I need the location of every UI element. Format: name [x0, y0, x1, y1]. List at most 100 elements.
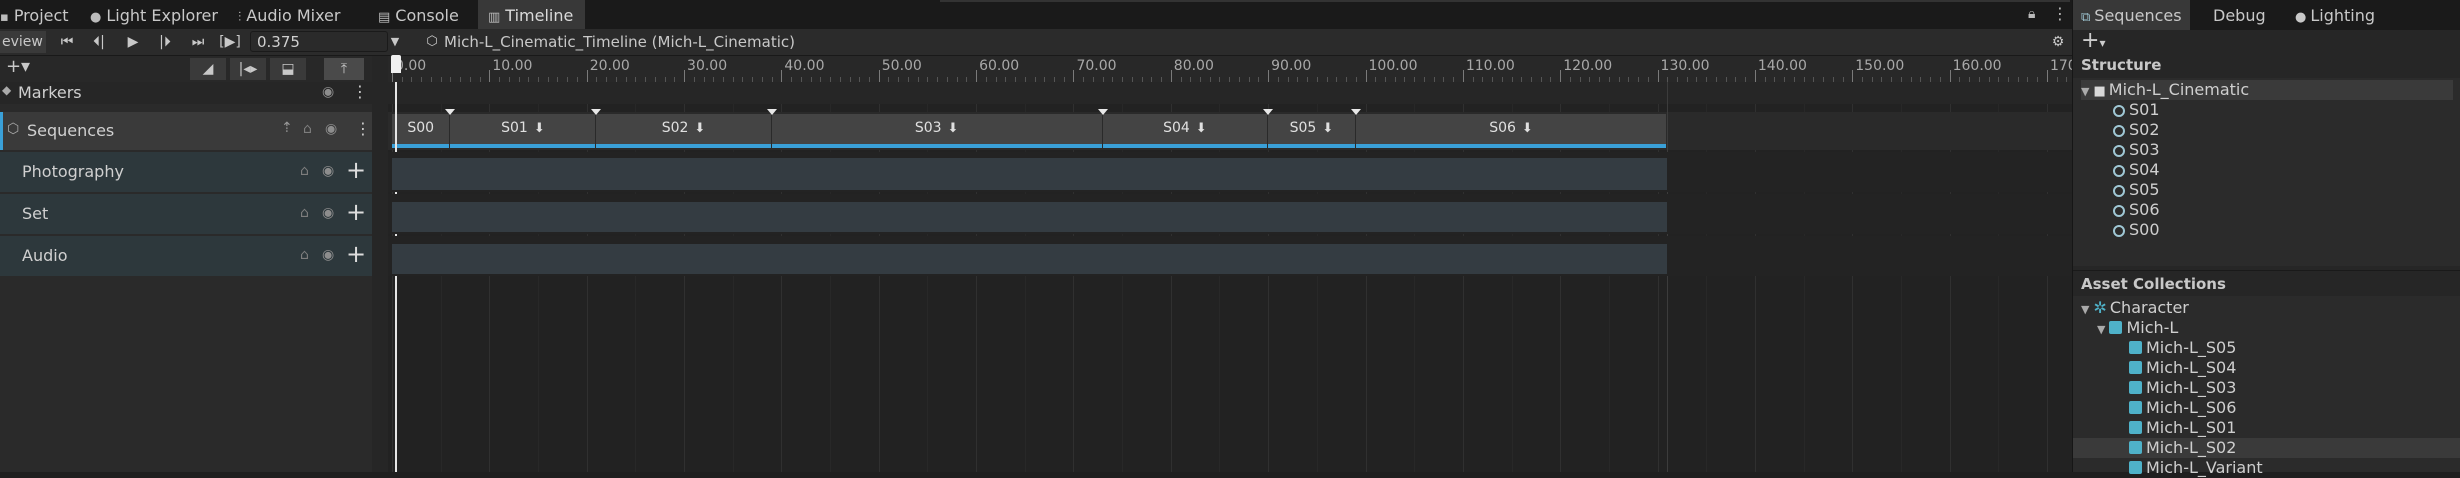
next-frame-icon[interactable]: |⏵: [154, 31, 176, 53]
prefab-cube-icon: [2129, 341, 2142, 354]
tab-timeline[interactable]: ▥ Timeline: [478, 0, 586, 29]
prefab-cube-icon: [2129, 401, 2142, 414]
lock-track-icon[interactable]: ⌂: [300, 163, 309, 179]
visibility-eye-icon[interactable]: ◉: [325, 121, 337, 137]
play-icon[interactable]: ▶: [122, 31, 144, 53]
playhead-line[interactable]: [394, 82, 397, 472]
timeline-breadcrumb[interactable]: Mich-L_Cinematic_Timeline (Mich-L_Cinema…: [444, 31, 795, 53]
asset-sub-item[interactable]: ▼ Mich-L: [2097, 318, 2178, 338]
asset-root-item[interactable]: ▼ ✲ Character: [2081, 298, 2189, 318]
track-lane-fill: [392, 158, 1668, 190]
track-lane[interactable]: [388, 152, 2072, 192]
clip-boundary-marker[interactable]: [591, 109, 602, 115]
tracklist-divider[interactable]: [372, 56, 388, 472]
tab-light-explorer[interactable]: ● Light Explorer: [90, 0, 218, 29]
lock-track-icon[interactable]: ⌂: [300, 205, 309, 221]
add-subtrack-button[interactable]: +: [346, 198, 366, 226]
sequence-clip[interactable]: S04 ⬇: [1102, 114, 1268, 148]
preview-button[interactable]: eview: [0, 31, 46, 53]
photography-track-header[interactable]: Photography ⌂ ◉ +: [0, 152, 372, 192]
asset-item[interactable]: Mich-L_S03: [2129, 378, 2236, 398]
audio-track-header[interactable]: Audio ⌂ ◉ +: [0, 236, 372, 276]
timeline-tracks-area[interactable]: S00 S01 ⬇ S02 ⬇ S03 ⬇ S04 ⬇ S05 ⬇ S06 ⬇: [388, 82, 2072, 472]
track-lane-fill: [392, 244, 1668, 274]
play-range-icon[interactable]: [▶]: [218, 31, 242, 53]
sequences-lane[interactable]: S00 S01 ⬇ S02 ⬇ S03 ⬇ S04 ⬇ S05 ⬇ S06 ⬇: [388, 109, 2072, 150]
tab-project[interactable]: ▪ Project: [0, 0, 69, 29]
tab-console[interactable]: ▤ Console: [378, 0, 459, 29]
structure-item[interactable]: S05: [2113, 180, 2160, 200]
lock-track-icon[interactable]: ⌂: [303, 121, 312, 137]
ruler-tick-label: 50.00: [881, 58, 922, 74]
structure-item[interactable]: S01: [2113, 100, 2160, 120]
asset-item[interactable]: Mich-L_Variant: [2129, 458, 2263, 478]
sequence-clip[interactable]: S06 ⬇: [1355, 114, 1667, 148]
set-track-header[interactable]: Set ⌂ ◉ +: [0, 194, 372, 234]
clip-boundary-marker[interactable]: [766, 109, 777, 115]
structure-item[interactable]: S00: [2113, 220, 2160, 240]
sequence-clip[interactable]: S00: [392, 114, 450, 148]
lock-icon[interactable]: 🔒︎: [2028, 6, 2035, 22]
sequence-clip[interactable]: S01 ⬇: [450, 114, 596, 148]
time-format-dropdown-icon[interactable]: ▼: [388, 31, 402, 53]
goto-end-icon[interactable]: ⏭: [186, 31, 210, 53]
lock-track-icon[interactable]: ⌂: [300, 247, 309, 263]
asset-item[interactable]: Mich-L_S01: [2129, 418, 2236, 438]
clip-boundary-marker[interactable]: [1263, 109, 1274, 115]
clip-boundary-marker[interactable]: [1350, 109, 1361, 115]
previous-frame-icon[interactable]: ⏴|: [88, 31, 110, 53]
more-options-icon[interactable]: ⋮: [2052, 4, 2068, 23]
sequence-track-icon: ⬡: [7, 121, 20, 137]
playhead-handle[interactable]: [390, 55, 401, 73]
clip-boundary-marker[interactable]: [1097, 109, 1108, 115]
visibility-eye-icon[interactable]: ◉: [322, 163, 334, 179]
structure-item[interactable]: S02: [2113, 120, 2160, 140]
track-menu-icon[interactable]: ⋮: [355, 119, 371, 138]
sequence-clip[interactable]: S03 ⬇: [771, 114, 1102, 148]
expand-arrow-icon[interactable]: ▼: [2081, 85, 2089, 98]
add-subtrack-button[interactable]: +: [346, 240, 366, 268]
tab-debug[interactable]: Debug: [2213, 0, 2266, 30]
expand-arrow-icon[interactable]: ▼: [2081, 303, 2089, 316]
visibility-eye-icon[interactable]: ◉: [322, 84, 334, 100]
visibility-eye-icon[interactable]: ◉: [322, 205, 334, 221]
add-subtrack-button[interactable]: +: [346, 156, 366, 184]
track-lane[interactable]: [388, 236, 2072, 276]
tab-lighting[interactable]: ● Lighting: [2295, 0, 2375, 30]
sequences-track-header[interactable]: ⬡ Sequences ⇡ ⌂ ◉ ⋮: [0, 112, 372, 150]
current-time-field[interactable]: 0.375: [250, 31, 388, 52]
add-sequence-button[interactable]: +▾: [2081, 28, 2105, 53]
asset-item[interactable]: Mich-L_S05: [2129, 338, 2236, 358]
asset-item[interactable]: Mich-L_S04: [2129, 358, 2236, 378]
ruler-tick-label: 20.00: [589, 58, 630, 74]
structure-item[interactable]: S04: [2113, 160, 2160, 180]
ripple-edit-icon[interactable]: ◢: [190, 58, 226, 80]
structure-item[interactable]: S06: [2113, 200, 2160, 220]
mix-mode-icon[interactable]: |◂▸: [230, 58, 266, 80]
markers-track-header[interactable]: ◆ Markers ◉ ⋮: [0, 82, 372, 104]
sequence-clip[interactable]: S05 ⬇: [1268, 114, 1355, 148]
settings-gear-icon[interactable]: ⚙: [2048, 31, 2068, 53]
time-ruler[interactable]: 0.00 10.00 20.00 30.00 40.00 50.00 60.00 70.00 8…: [388, 56, 2072, 82]
markers-label: Markers: [18, 83, 82, 102]
markers-lane[interactable]: [388, 82, 2072, 104]
expand-arrow-icon[interactable]: ▼: [2097, 323, 2105, 336]
asset-item[interactable]: Mich-L_S06: [2129, 398, 2236, 418]
snap-to-playhead-icon[interactable]: ⤒: [324, 58, 364, 80]
structure-root-item[interactable]: ▼ ■ Mich-L_Cinematic: [2081, 80, 2453, 100]
goto-start-icon[interactable]: ⏮: [56, 31, 78, 53]
clip-boundary-marker[interactable]: [445, 109, 456, 115]
visibility-eye-icon[interactable]: ◉: [322, 247, 334, 263]
pin-icon[interactable]: ⇡: [281, 120, 293, 136]
structure-item[interactable]: S03: [2113, 140, 2160, 160]
tab-sequences[interactable]: ⧉ Sequences: [2073, 0, 2190, 30]
asset-item[interactable]: Mich-L_S02: [2073, 438, 2460, 458]
sequence-clip[interactable]: S02 ⬇: [596, 114, 771, 148]
ruler-major-tick: [878, 70, 880, 82]
replace-mode-icon[interactable]: ⬓: [270, 58, 306, 80]
track-menu-icon[interactable]: ⋮: [352, 82, 368, 101]
ruler-major-tick: [2046, 70, 2048, 82]
tab-audio-mixer[interactable]: ⫶ Audio Mixer: [238, 0, 340, 29]
track-lane[interactable]: [388, 194, 2072, 234]
add-track-button[interactable]: +▾: [0, 56, 36, 78]
